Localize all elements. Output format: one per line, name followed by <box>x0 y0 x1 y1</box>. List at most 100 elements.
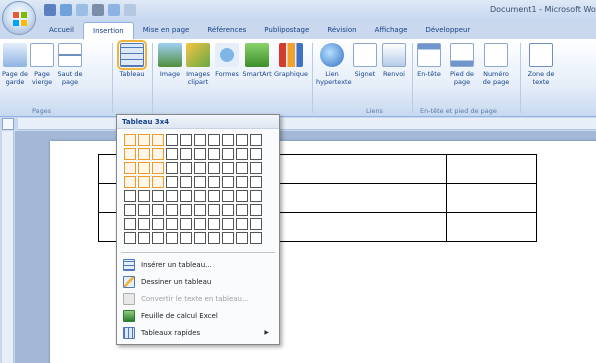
excel-spreadsheet-menu-item[interactable]: Feuille de calcul Excel <box>119 307 277 324</box>
tableau-button[interactable]: Tableau <box>117 40 147 78</box>
grid-cell[interactable] <box>250 134 262 146</box>
grid-cell[interactable] <box>166 148 178 160</box>
grid-cell[interactable] <box>194 148 206 160</box>
grid-cell[interactable] <box>124 190 136 202</box>
grid-cell[interactable] <box>152 148 164 160</box>
grid-cell[interactable] <box>236 218 248 230</box>
grid-cell[interactable] <box>222 148 234 160</box>
grid-cell[interactable] <box>124 148 136 160</box>
grid-cell[interactable] <box>194 162 206 174</box>
grid-cell[interactable] <box>194 134 206 146</box>
grid-cell[interactable] <box>222 190 234 202</box>
grid-cell[interactable] <box>236 232 248 244</box>
grid-cell[interactable] <box>138 190 150 202</box>
grid-cell[interactable] <box>152 176 164 188</box>
tab-developpeur[interactable]: Développeur <box>416 22 479 39</box>
table-cell[interactable] <box>446 183 537 213</box>
grid-cell[interactable] <box>138 162 150 174</box>
grid-cell[interactable] <box>166 134 178 146</box>
grid-cell[interactable] <box>166 190 178 202</box>
grid-cell[interactable] <box>194 204 206 216</box>
horizontal-ruler[interactable] <box>18 118 596 130</box>
grid-cell[interactable] <box>166 176 178 188</box>
grid-cell[interactable] <box>222 162 234 174</box>
grid-cell[interactable] <box>194 232 206 244</box>
grid-cell[interactable] <box>152 204 164 216</box>
grid-cell[interactable] <box>236 148 248 160</box>
grid-cell[interactable] <box>250 148 262 160</box>
grid-cell[interactable] <box>194 176 206 188</box>
grid-cell[interactable] <box>138 134 150 146</box>
quick-tables-menu-item[interactable]: Tableaux rapides ▶ <box>119 324 277 341</box>
grid-cell[interactable] <box>180 232 192 244</box>
grid-cell[interactable] <box>166 232 178 244</box>
grid-cell[interactable] <box>138 232 150 244</box>
grid-cell[interactable] <box>236 176 248 188</box>
images-clipart-button[interactable]: Images clipart <box>184 43 212 86</box>
grid-cell[interactable] <box>250 176 262 188</box>
table-cell[interactable] <box>268 183 447 213</box>
page-vierge-button[interactable]: Page vierge <box>30 43 54 86</box>
save-icon[interactable] <box>44 4 56 16</box>
smartart-button[interactable]: SmartArt <box>242 43 272 78</box>
grid-cell[interactable] <box>222 134 234 146</box>
grid-cell[interactable] <box>180 218 192 230</box>
grid-cell[interactable] <box>124 232 136 244</box>
grid-cell[interactable] <box>222 176 234 188</box>
grid-cell[interactable] <box>166 162 178 174</box>
redo-icon[interactable] <box>76 4 88 16</box>
grid-cell[interactable] <box>208 232 220 244</box>
tab-mise-en-page[interactable]: Mise en page <box>134 22 199 39</box>
grid-cell[interactable] <box>208 190 220 202</box>
grid-cell[interactable] <box>180 190 192 202</box>
grid-cell[interactable] <box>236 204 248 216</box>
grid-cell[interactable] <box>180 134 192 146</box>
graphique-button[interactable]: Graphique <box>274 43 308 78</box>
table-cell[interactable] <box>268 212 447 242</box>
grid-cell[interactable] <box>222 232 234 244</box>
grid-cell[interactable] <box>222 204 234 216</box>
zone-de-texte-button[interactable]: Zone de texte <box>524 43 558 86</box>
grid-cell[interactable] <box>194 218 206 230</box>
tab-accueil[interactable]: Accueil <box>40 22 83 39</box>
preview-icon[interactable] <box>108 4 120 16</box>
grid-cell[interactable] <box>138 148 150 160</box>
table-cell[interactable] <box>446 212 537 242</box>
grid-cell[interactable] <box>250 218 262 230</box>
grid-cell[interactable] <box>208 162 220 174</box>
formes-button[interactable]: Formes <box>214 43 240 78</box>
signet-button[interactable]: Signet <box>352 43 378 78</box>
print-icon[interactable] <box>92 4 104 16</box>
grid-cell[interactable] <box>208 176 220 188</box>
grid-cell[interactable] <box>236 162 248 174</box>
lien-hypertexte-button[interactable]: Lien hypertexte <box>316 43 352 86</box>
table-cell[interactable] <box>268 154 447 184</box>
insert-table-menu-item[interactable]: Insérer un tableau... <box>119 256 277 273</box>
numero-de-page-button[interactable]: Numéro de page <box>480 43 512 86</box>
customize-qat-icon[interactable] <box>124 4 136 16</box>
grid-cell[interactable] <box>180 148 192 160</box>
grid-cell[interactable] <box>152 232 164 244</box>
pied-de-page-button[interactable]: Pied de page <box>446 43 478 86</box>
ruler-toggle-button[interactable] <box>2 118 14 130</box>
grid-cell[interactable] <box>208 204 220 216</box>
grid-cell[interactable] <box>152 134 164 146</box>
grid-cell[interactable] <box>250 162 262 174</box>
grid-cell[interactable] <box>152 162 164 174</box>
grid-cell[interactable] <box>250 232 262 244</box>
grid-cell[interactable] <box>166 218 178 230</box>
grid-cell[interactable] <box>124 204 136 216</box>
grid-cell[interactable] <box>194 190 206 202</box>
tab-references[interactable]: Références <box>198 22 255 39</box>
tab-insertion[interactable]: Insertion <box>83 22 134 39</box>
tab-publipostage[interactable]: Publipostage <box>255 22 318 39</box>
grid-cell[interactable] <box>152 218 164 230</box>
grid-cell[interactable] <box>138 176 150 188</box>
grid-cell[interactable] <box>180 176 192 188</box>
draw-table-menu-item[interactable]: Dessiner un tableau <box>119 273 277 290</box>
image-button[interactable]: Image <box>158 43 182 78</box>
grid-cell[interactable] <box>250 204 262 216</box>
page-de-garde-button[interactable]: Page de garde <box>2 43 28 86</box>
grid-cell[interactable] <box>208 134 220 146</box>
entete-button[interactable]: En-tête <box>414 43 444 78</box>
